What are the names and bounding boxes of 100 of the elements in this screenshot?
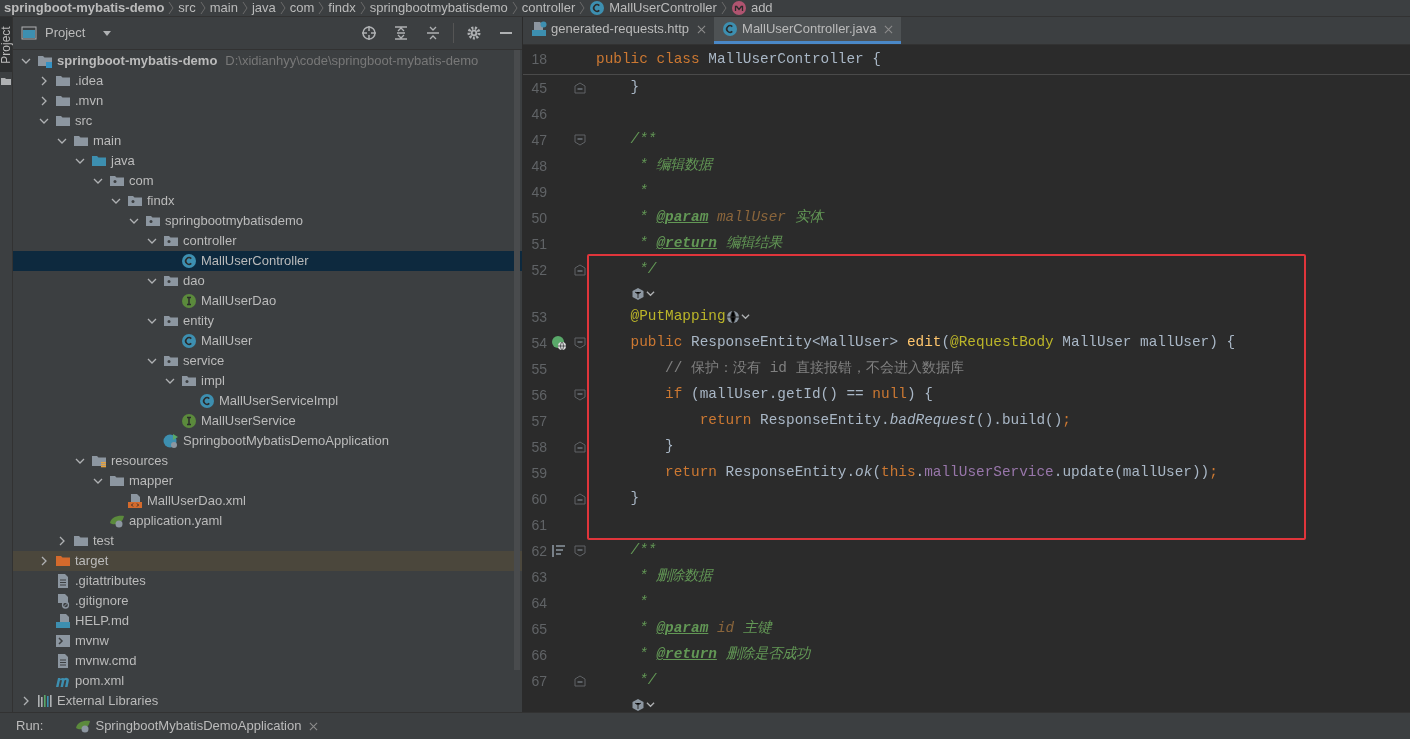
line-number: 66 [530,645,547,665]
fold-marker-icon[interactable] [574,264,586,276]
tree-item[interactable]: SpringbootMybatisDemoApplication [13,431,522,451]
fold-marker-icon[interactable] [574,441,586,453]
editor-tab[interactable]: generated-requests.http [523,17,715,44]
tree-item[interactable]: .mvn [13,91,522,111]
breadcrumb-item[interactable]: main [209,0,238,18]
tree-item[interactable]: main [13,131,522,151]
separator-icon [511,1,518,15]
structure-icon[interactable] [551,543,567,559]
code-line: * @param mallUser 实体 [638,208,823,228]
tree-item[interactable]: dao [13,271,522,291]
breadcrumb-item[interactable]: springboot-mybatis-demo [4,0,165,18]
tree-item[interactable]: .idea [13,71,522,91]
project-tool-tab[interactable]: Project [0,17,12,72]
inlay-hint-icon[interactable] [725,310,750,324]
item-label: MallUserDao.xml [147,492,246,511]
tree-item[interactable]: src [13,111,522,131]
fold-marker-icon[interactable] [574,675,586,687]
run-label: Run: [16,717,44,736]
scrollbar[interactable] [514,50,520,670]
line-number: 46 [530,104,547,124]
settings-icon[interactable] [466,25,482,41]
tree-item[interactable]: entity [13,311,522,331]
code-line: * @param id 主键 [638,619,771,639]
markdown-file-icon [55,613,71,629]
tree-item[interactable]: com [13,171,522,191]
item-label: mvnw.cmd [75,652,137,671]
tab-label: generated-requests.http [551,20,690,39]
tree-item[interactable]: application.yaml [13,511,522,531]
tree-item[interactable]: springbootmybatisdemo [13,211,522,231]
breadcrumb-item[interactable]: com [289,0,315,18]
breadcrumb-item[interactable]: findx [328,0,356,18]
code-line: } [629,489,640,509]
tree-item[interactable]: service [13,351,522,371]
ignored-file-icon [55,593,71,609]
tree-item[interactable]: .gitignore [13,591,522,611]
close-icon[interactable] [697,24,707,34]
breadcrumb-item[interactable]: add [750,0,773,18]
code-line: /** [629,541,657,561]
breadcrumb-item[interactable]: java [251,0,276,18]
tree-item[interactable]: MallUserDao [13,291,522,311]
breadcrumb-item[interactable]: src [178,0,196,18]
tree-item[interactable]: findx [13,191,522,211]
breadcrumb-item[interactable]: MallUserController [609,0,717,18]
fold-marker-icon[interactable] [574,545,586,557]
breadcrumb-item[interactable]: controller [521,0,576,18]
tree-item[interactable]: springboot-mybatis-demo D:\xidianhyy\code\springboot-mybatis-demo [13,51,522,71]
spring-class-icon [163,433,179,449]
tree-item[interactable]: java [13,151,522,171]
libraries-icon [37,693,53,709]
tree-item[interactable]: mapper [13,471,522,491]
line-number: 47 [530,130,547,150]
item-label: MallUser [201,332,253,351]
tree-item[interactable]: MallUserDao.xml [13,491,522,511]
item-label: MallUserController [201,252,309,271]
breadcrumb-item[interactable]: springbootmybatisdemo [369,0,508,18]
fold-marker-icon[interactable] [574,337,586,349]
item-label: MallUserDao [201,292,277,311]
fold-marker-icon[interactable] [574,82,586,94]
panel-title[interactable]: Project [45,23,86,43]
code-line: */ [638,671,657,691]
item-label: External Libraries [57,692,159,711]
tree-item[interactable]: pom.xml [13,671,522,691]
tree-item[interactable]: HELP.md [13,611,522,631]
tree-item[interactable]: mvnw [13,631,522,651]
tree-item[interactable]: controller [13,231,522,251]
inlay-hint-icon[interactable] [631,697,655,712]
tree-item[interactable]: MallUserController [13,251,522,271]
fold-marker-icon[interactable] [574,493,586,505]
close-icon[interactable] [309,721,319,731]
fold-marker-icon[interactable] [574,134,586,146]
folder-icon [55,73,71,89]
line-number: 65 [530,619,547,639]
package-icon [109,173,125,189]
locate-icon[interactable] [361,25,377,41]
line-number: 58 [530,437,547,457]
tree-item[interactable]: resources [13,451,522,471]
tree-item[interactable]: MallUser [13,331,522,351]
tab-label: MallUserController.java [742,20,877,39]
inlay-hint-icon[interactable] [631,286,655,301]
class-icon [199,393,215,409]
expand-all-icon[interactable] [393,25,409,41]
tree-item[interactable]: MallUserService [13,411,522,431]
fold-marker-icon[interactable] [574,389,586,401]
tree-item[interactable]: External Libraries [13,691,522,711]
run-tab[interactable]: SpringbootMybatisDemoApplication [75,716,319,736]
tree-item[interactable]: .gitattributes [13,571,522,591]
tree-item[interactable]: test [13,531,522,551]
tree-item[interactable]: impl [13,371,522,391]
tree-item[interactable]: MallUserServiceImpl [13,391,522,411]
collapse-all-icon[interactable] [425,25,441,41]
item-label: mvnw [75,632,109,651]
tree-item[interactable]: mvnw.cmd [13,651,522,671]
tree-item[interactable]: target [13,551,522,571]
item-label: pom.xml [75,672,125,691]
editor-tab[interactable]: MallUserController.java [714,17,902,44]
leaf-icon [109,513,125,529]
web-endpoint-icon[interactable] [551,335,567,351]
separator-icon [318,1,325,15]
